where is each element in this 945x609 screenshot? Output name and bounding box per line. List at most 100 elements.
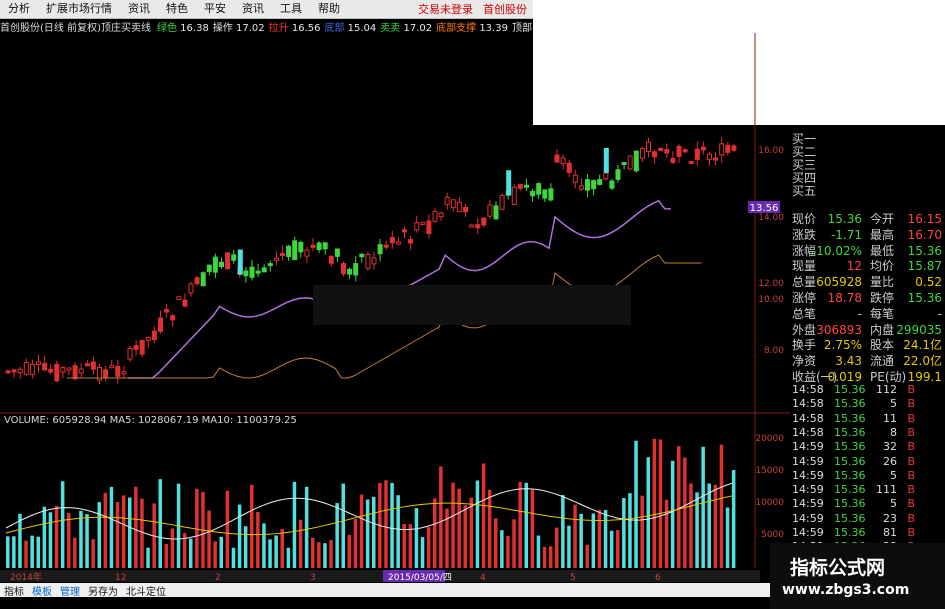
menu-item[interactable]: 分析	[0, 0, 38, 18]
candle-body	[292, 240, 298, 261]
tick-row: 14:58 15.36 8 B	[792, 426, 917, 440]
candle-body	[578, 185, 584, 190]
candle-body	[676, 146, 682, 157]
volume-bar	[335, 503, 339, 568]
volume-bar	[445, 508, 449, 568]
candle-body	[267, 263, 273, 267]
volume-bar	[457, 488, 461, 568]
candle-body	[572, 174, 578, 183]
volume-bar	[6, 536, 10, 568]
kline-chart[interactable]: 16.00 14.00 12.00 10.00 8.00 20000 15000 10000 5…	[0, 33, 790, 583]
quote-label: 最高	[870, 227, 895, 242]
candle-body	[517, 184, 523, 189]
indicator-value: 17.02	[403, 22, 433, 34]
tick-side: B	[907, 397, 915, 411]
quote-label: 量比	[870, 275, 895, 290]
candle-body	[127, 347, 133, 360]
tick-row: 14:59 15.36 81 B	[792, 526, 917, 540]
highlight-candle	[506, 170, 512, 196]
volume-bar	[207, 510, 211, 568]
menu-item[interactable]: 工具	[272, 0, 310, 18]
quote-label: 净资	[792, 354, 817, 369]
login-status[interactable]: 交易未登录	[418, 1, 473, 17]
candle-body	[719, 143, 725, 156]
quote-row: 换手 2.75% 股本 24.1亿	[792, 338, 942, 353]
tick-price: 15.36	[834, 511, 866, 525]
tab-indicator[interactable]: 指标	[0, 583, 28, 598]
candle-body	[109, 365, 115, 369]
volume-bar	[646, 457, 650, 568]
candle-body	[255, 270, 261, 274]
tab-save-as[interactable]: 另存为	[84, 583, 122, 598]
volume-bar	[286, 547, 291, 568]
candle-body	[194, 277, 200, 285]
candle-body	[206, 264, 212, 273]
volume-bar	[372, 496, 376, 568]
candle-body	[438, 212, 444, 218]
menu-item[interactable]: 资讯	[120, 0, 158, 18]
candle-body	[731, 145, 737, 151]
candle-body	[182, 299, 188, 307]
tick-time: 14:59	[792, 483, 824, 497]
volume-bar	[274, 535, 278, 568]
indicator-label: 绿色	[156, 22, 181, 34]
tab-template[interactable]: 模板	[28, 583, 56, 598]
candle-body	[560, 157, 566, 165]
candle-body	[286, 245, 292, 258]
tick-price: 15.36	[834, 468, 866, 482]
candle-body	[548, 188, 554, 201]
candle-body	[334, 248, 340, 257]
candle-body	[481, 217, 487, 226]
candle-body	[328, 255, 334, 264]
quote-value: 306893	[816, 322, 862, 337]
tick-row: 14:59 15.36 26 B	[792, 455, 917, 469]
volume-bar	[536, 535, 541, 568]
candle-body	[566, 162, 572, 174]
volume-bar	[256, 511, 260, 568]
candle-body	[408, 239, 414, 244]
menu-item[interactable]: 资讯	[234, 0, 272, 18]
indicator-5: 底部支撑 13.39	[434, 23, 510, 34]
tick-side: B	[907, 497, 915, 511]
candle-body	[200, 272, 206, 287]
volume-bar	[597, 509, 602, 568]
volume-bar	[237, 504, 242, 568]
candle-body	[511, 186, 517, 205]
menu-item[interactable]: 平安	[196, 0, 234, 18]
candle-body	[158, 317, 163, 332]
indicator-value: 17.02	[236, 22, 265, 34]
candle-body	[420, 221, 426, 225]
candle-body	[499, 194, 505, 210]
volume-bar	[353, 519, 358, 568]
candle-body	[48, 368, 54, 373]
volume-tick-label: 20000	[755, 434, 784, 444]
quote-label: 涨跌	[792, 227, 817, 242]
volume-bar	[42, 506, 47, 568]
quote-value: 3.43	[835, 354, 862, 369]
tab-manage[interactable]: 管理	[56, 583, 84, 598]
menu-item[interactable]: 扩展市场行情	[38, 0, 120, 18]
watermark-url: www.zbgs3.com	[782, 582, 910, 598]
volume-bar	[341, 483, 345, 568]
menu-item[interactable]: 特色	[158, 0, 196, 18]
volume-bar	[54, 505, 59, 568]
volume-bar	[317, 542, 321, 568]
volume-bar	[719, 444, 724, 568]
quote-label: 现价	[792, 212, 817, 226]
quote-row: 总量 605928 量比 0.52	[792, 275, 942, 290]
tick-row: 14:59 15.36 23 B	[792, 512, 917, 526]
volume-bar	[390, 482, 394, 568]
candle-body	[713, 157, 719, 161]
tab-locate[interactable]: 北斗定位	[122, 583, 170, 598]
volume-bar	[487, 489, 492, 568]
quote-value: 605928	[816, 275, 862, 290]
candle-body	[682, 149, 688, 153]
candle-body	[371, 257, 377, 265]
tick-volume: 112	[876, 383, 897, 396]
indicator-value: 16.38	[180, 22, 209, 34]
candle-body	[688, 160, 694, 164]
volume-bar	[91, 539, 95, 568]
indicator-bar: 首创股份(日线 前复权)顶庄买卖线 绿色 16.38 操作 17.02 拉升 16.…	[0, 19, 533, 33]
menu-item[interactable]: 帮助	[310, 0, 348, 18]
tick-volume: 5	[890, 468, 897, 482]
